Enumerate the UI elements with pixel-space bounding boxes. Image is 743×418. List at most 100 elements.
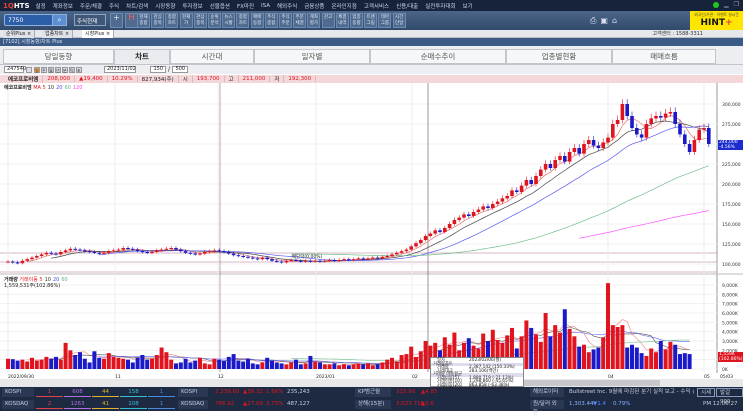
volume-bar: [342, 364, 346, 369]
news-ticker[interactable]: Bullstreet Inc. 9월에 마감된 분기 실적 보고 - 수익 순: [566, 388, 694, 397]
volume-bar: [606, 283, 610, 369]
candle: [150, 252, 154, 253]
volume-bar: [591, 349, 596, 369]
candle: [92, 252, 97, 253]
volume-bar: [49, 358, 54, 369]
quote-button[interactable]: 시세: [697, 388, 716, 397]
volume-bar: [116, 357, 121, 369]
volume-bar: [265, 357, 270, 369]
candle: [212, 250, 217, 252]
index2-name[interactable]: KP범근월: [355, 388, 391, 397]
candle: [241, 256, 245, 257]
candle: [563, 156, 567, 162]
candle: [102, 252, 106, 254]
volume-bar: [332, 363, 337, 369]
candle: [697, 129, 701, 140]
current-price-tag: 244,000 -4.56%: [718, 140, 743, 150]
candle: [534, 176, 538, 184]
volume-bar: [298, 364, 303, 369]
volume-bar: [193, 360, 198, 369]
volume-bar: [610, 325, 615, 369]
volume-bar: [303, 363, 308, 369]
price-tick: 225,000: [722, 162, 741, 168]
volume-bar: [217, 359, 222, 369]
candle: [404, 249, 409, 252]
candle: [491, 204, 495, 208]
quote-rate: 1.66%: [266, 389, 284, 395]
candle: [591, 140, 596, 146]
candle: [467, 214, 471, 216]
candle: [11, 261, 15, 263]
candle: [164, 248, 169, 250]
volume-bar: [20, 359, 25, 369]
volume-bar: [394, 361, 399, 369]
candle: [443, 228, 447, 232]
volume-bar: [250, 363, 255, 369]
volume-tick: 0K: [722, 367, 729, 373]
candle: [529, 180, 533, 184]
candle: [255, 258, 260, 260]
volume-bar: [308, 355, 313, 369]
candle: [630, 116, 634, 128]
candle: [366, 258, 370, 260]
stock-chart[interactable]: 300,000275,000250,000225,000200,000175,0…: [0, 0, 743, 387]
candle: [30, 257, 34, 260]
volume-bar: [294, 359, 298, 369]
candle: [510, 190, 514, 196]
candle: [380, 256, 385, 259]
current-volume-tag: 1,559K (102.86%): [718, 352, 743, 362]
tooltip-row: 거래이동[60] 839,543 (-64.98%): [437, 386, 510, 391]
volume-bar: [126, 359, 130, 369]
info3-label[interactable]: 해외로이터: [530, 388, 564, 397]
candle: [198, 253, 202, 255]
volume-bar: [418, 351, 423, 369]
candle: [179, 249, 183, 252]
candle: [49, 252, 53, 254]
candle: [227, 252, 231, 254]
volume-bar: [178, 362, 183, 369]
quote-amount: 235,243: [287, 389, 310, 395]
advance-decline-count: 1: [148, 400, 175, 409]
candle: [663, 113, 668, 118]
volume-bar: [414, 356, 418, 369]
volume-bar: [289, 362, 294, 369]
volume-bar: [231, 354, 236, 369]
volume-bar: [615, 327, 620, 369]
volume-bar: [207, 364, 212, 369]
candle: [15, 262, 20, 264]
volume-bar: [582, 344, 586, 369]
candle: [342, 259, 346, 261]
volume-bar: [102, 358, 106, 369]
candle: [174, 248, 178, 250]
candle: [107, 251, 111, 253]
order-button[interactable]: 발걸999: [716, 388, 743, 405]
candle: [39, 254, 44, 256]
candle: [251, 257, 255, 259]
candle: [265, 257, 269, 260]
candle: [687, 144, 692, 152]
candle: [246, 256, 250, 258]
candle: [35, 256, 39, 258]
volume-bar: [558, 332, 562, 369]
candle: [207, 251, 212, 253]
info3-label[interactable]: 원/달러 외환: [530, 400, 564, 416]
index2-name[interactable]: 상해(15분): [355, 400, 391, 409]
volume-bar: [106, 353, 111, 369]
volume-bar: [644, 355, 649, 369]
advance-decline-count: 1: [148, 388, 175, 397]
candle: [395, 252, 399, 255]
volume-bar: [150, 358, 154, 369]
candle: [702, 128, 706, 130]
advance-decline-count: 108: [120, 400, 147, 409]
volume-bar: [25, 361, 30, 369]
candle: [423, 236, 428, 240]
price-tick: 275,000: [722, 122, 741, 128]
candle: [447, 224, 452, 228]
candle: [97, 252, 101, 254]
volume-bar: [111, 356, 116, 369]
volume-bar: [54, 356, 58, 369]
candle: [140, 251, 145, 253]
candle: [683, 134, 687, 144]
candle: [126, 248, 130, 249]
volume-bar: [58, 359, 63, 369]
